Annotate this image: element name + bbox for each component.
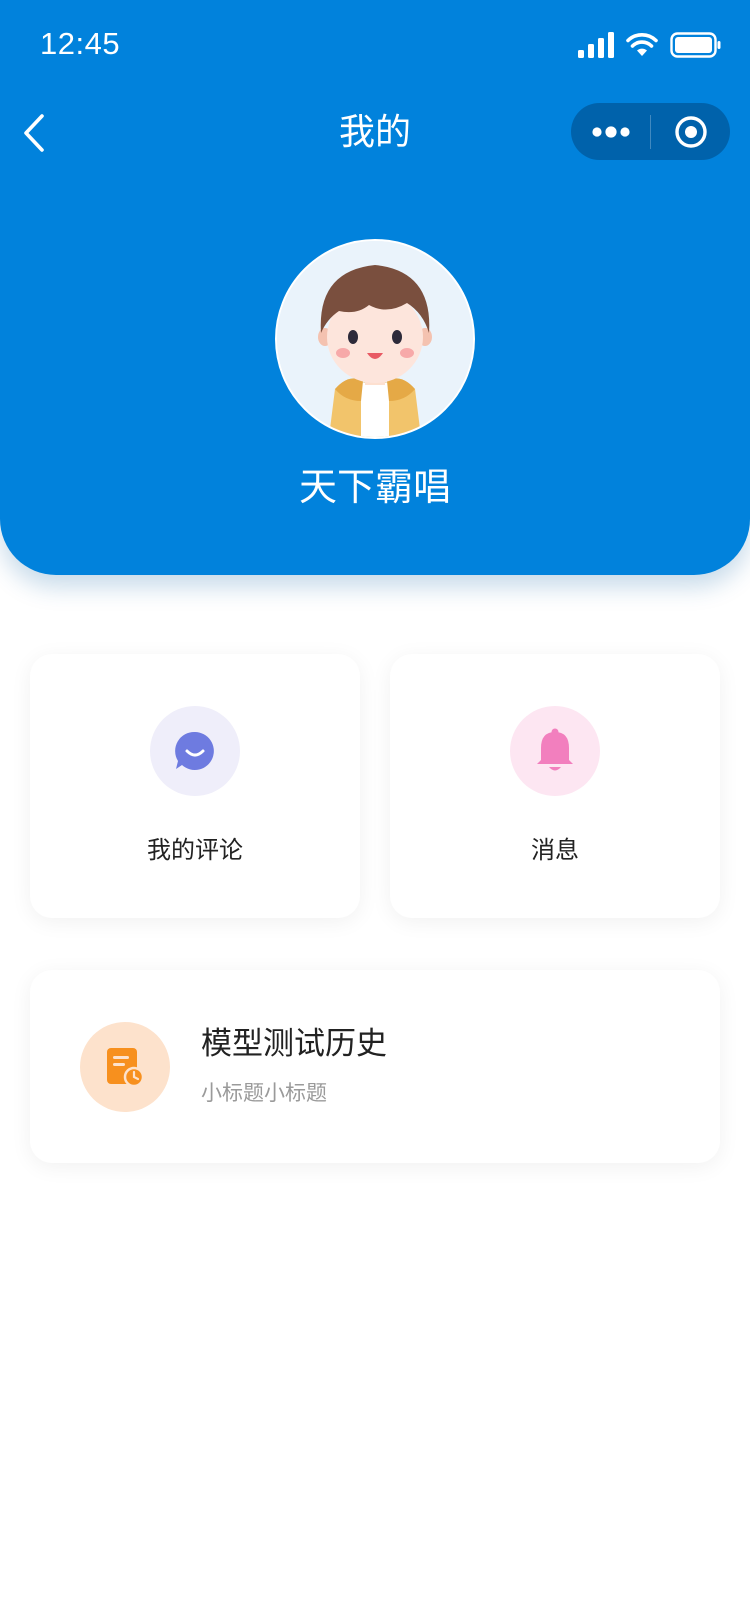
- bell-icon: [537, 728, 573, 771]
- my-comments-card[interactable]: 我的评论: [30, 654, 360, 918]
- battery-icon: [670, 32, 721, 58]
- more-dots-icon: [591, 125, 630, 138]
- profile-header: 12:45 我的 天下霸唱: [0, 0, 750, 575]
- messages-label: 消息: [531, 836, 579, 864]
- mini-program-capsule: [571, 103, 730, 160]
- status-time: 12:45: [40, 26, 121, 61]
- wifi-icon: [626, 33, 658, 56]
- more-button[interactable]: [571, 103, 650, 160]
- close-mini-program-button[interactable]: [651, 103, 730, 160]
- my-comments-label: 我的评论: [147, 836, 243, 864]
- model-test-history-card[interactable]: 模型测试历史 小标题小标题: [30, 970, 720, 1163]
- messages-card[interactable]: 消息: [390, 654, 720, 918]
- chat-bubble-icon: [175, 731, 214, 770]
- status-icons: [578, 30, 722, 60]
- username: 天下霸唱: [298, 465, 451, 509]
- history-title: 模型测试历史: [201, 1026, 387, 1062]
- history-icon-circle: [80, 1022, 170, 1112]
- target-icon: [674, 115, 707, 148]
- cartoon-avatar-icon: [277, 241, 473, 437]
- avatar[interactable]: [275, 239, 475, 439]
- messages-icon-circle: [510, 706, 600, 796]
- signal-icon: [578, 32, 614, 58]
- history-doc-icon: [107, 1048, 145, 1088]
- history-subtitle: 小标题小标题: [201, 1081, 327, 1105]
- comments-icon-circle: [150, 706, 240, 796]
